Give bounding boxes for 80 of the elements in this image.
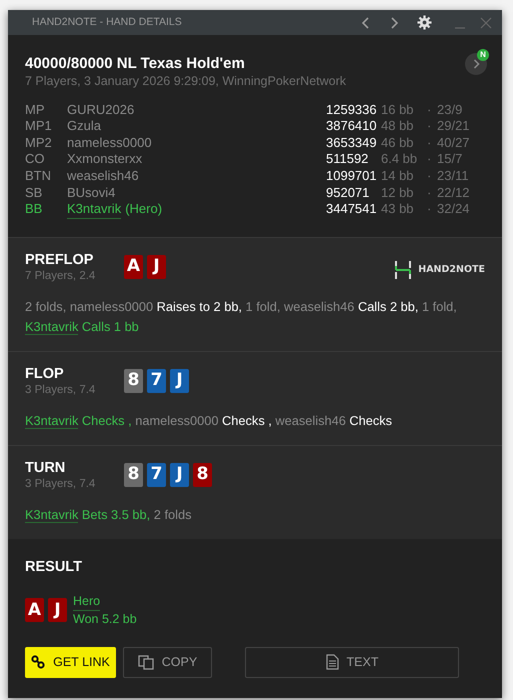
big-blinds: 14 bb	[381, 166, 415, 185]
result-title: RESULT	[25, 558, 83, 578]
separator-dot: ·	[427, 100, 432, 119]
position-label: MP1	[25, 117, 53, 136]
get-link-button[interactable]: GET LINK	[25, 646, 116, 678]
settings-icon[interactable]	[417, 15, 432, 30]
playing-card: 8	[124, 463, 143, 488]
playing-card: 7	[147, 369, 166, 394]
playing-card: J	[48, 598, 67, 622]
position-label: MP	[25, 100, 46, 119]
new-badge: N	[477, 49, 489, 61]
player-stats: 32/24	[437, 200, 470, 218]
stack-amount: 511592	[326, 150, 370, 168]
big-blinds: 12 bb	[381, 184, 415, 202]
separator-dot: ·	[427, 184, 432, 202]
action-line: 2 folds, nameless0000 Raises to 2 bb, 1 fold, weaselish46 Calls 2 bb, 1 fold, K3ntavrik Calls 1 bb	[25, 298, 458, 338]
position-label: MP2	[25, 134, 53, 152]
separator-dot: ·	[427, 166, 432, 185]
player-stats: 23/9	[437, 100, 462, 119]
hero-label: (Hero)	[125, 200, 162, 218]
player-name-link[interactable]: K3ntavrik	[25, 507, 78, 524]
playing-card: A	[124, 255, 143, 280]
big-blinds: 43 bb	[381, 200, 415, 218]
hand-title: 40000/80000 NL Texas Hold'em	[25, 55, 245, 73]
big-blinds: 16 bb	[381, 100, 415, 119]
chevron-right-icon	[472, 59, 480, 69]
stack-amount: 952071	[326, 184, 370, 202]
playing-card: J	[170, 369, 189, 394]
copy-button[interactable]: COPY	[123, 646, 212, 678]
next-icon[interactable]	[389, 16, 399, 30]
street-name: PREFLOP	[25, 252, 94, 270]
link-icon	[31, 655, 46, 670]
player-stats: 22/12	[437, 184, 470, 202]
stack-amount: 1099701	[326, 166, 378, 185]
winner-link[interactable]: Hero	[73, 592, 100, 611]
player-stats: 23/11	[437, 166, 469, 185]
player-name[interactable]: K3ntavrik	[67, 198, 122, 220]
playing-card: J	[170, 463, 189, 488]
playing-card: A	[25, 598, 44, 622]
playing-card: 7	[147, 463, 166, 488]
separator-dot: ·	[427, 150, 432, 168]
hand-subtitle: 7 Players, 3 January 2026 9:29:09, WinningPokerNetwork	[25, 73, 348, 89]
stack-amount: 1259336	[326, 100, 378, 119]
window-title: HAND2NOTE - HAND DETAILS	[32, 14, 183, 30]
logo-icon	[394, 260, 412, 280]
big-blinds: 46 bb	[381, 134, 415, 152]
stack-amount: 3447541	[326, 200, 378, 218]
stack-amount: 3876410	[326, 117, 378, 136]
previous-icon[interactable]	[361, 16, 371, 30]
player-name-link[interactable]: K3ntavrik	[25, 319, 78, 336]
street-info: 3 Players, 7.4	[25, 383, 96, 398]
street-name: FLOP	[25, 366, 65, 384]
position-label: SB	[25, 184, 44, 202]
player-stats: 15/7	[437, 150, 462, 168]
separator-dot: ·	[427, 134, 432, 152]
playing-card: 8	[193, 463, 212, 488]
next-hand-button[interactable]	[465, 53, 487, 75]
action-line: K3ntavrik Bets 3.5 bb, 2 folds	[25, 506, 192, 526]
playing-card: J	[147, 255, 166, 280]
street-name: TURN	[25, 460, 66, 478]
text-button[interactable]: TEXT	[245, 646, 459, 678]
playing-card: 8	[124, 369, 143, 394]
street-info: 7 Players, 2.4	[25, 269, 96, 284]
player-stats: 40/27	[437, 134, 470, 152]
document-icon	[326, 654, 339, 670]
separator-dot: ·	[427, 200, 432, 218]
copy-icon	[138, 654, 154, 670]
position-label: CO	[25, 150, 46, 168]
won-amount: Won 5.2 bb	[73, 610, 137, 628]
big-blinds: 6.4 bb	[381, 150, 418, 168]
position-label: BB	[25, 200, 44, 218]
stack-amount: 3653349	[326, 134, 378, 152]
action-line: K3ntavrik Checks , nameless0000 Checks , weaselish46 Checks	[25, 412, 394, 432]
player-stats: 29/21	[437, 117, 470, 136]
position-label: BTN	[25, 166, 52, 185]
logo-text: HAND2NOTE	[418, 263, 485, 278]
big-blinds: 48 bb	[381, 117, 415, 136]
separator-dot: ·	[427, 117, 432, 136]
street-info: 3 Players, 7.4	[25, 477, 96, 492]
player-name-link[interactable]: K3ntavrik	[25, 413, 78, 430]
